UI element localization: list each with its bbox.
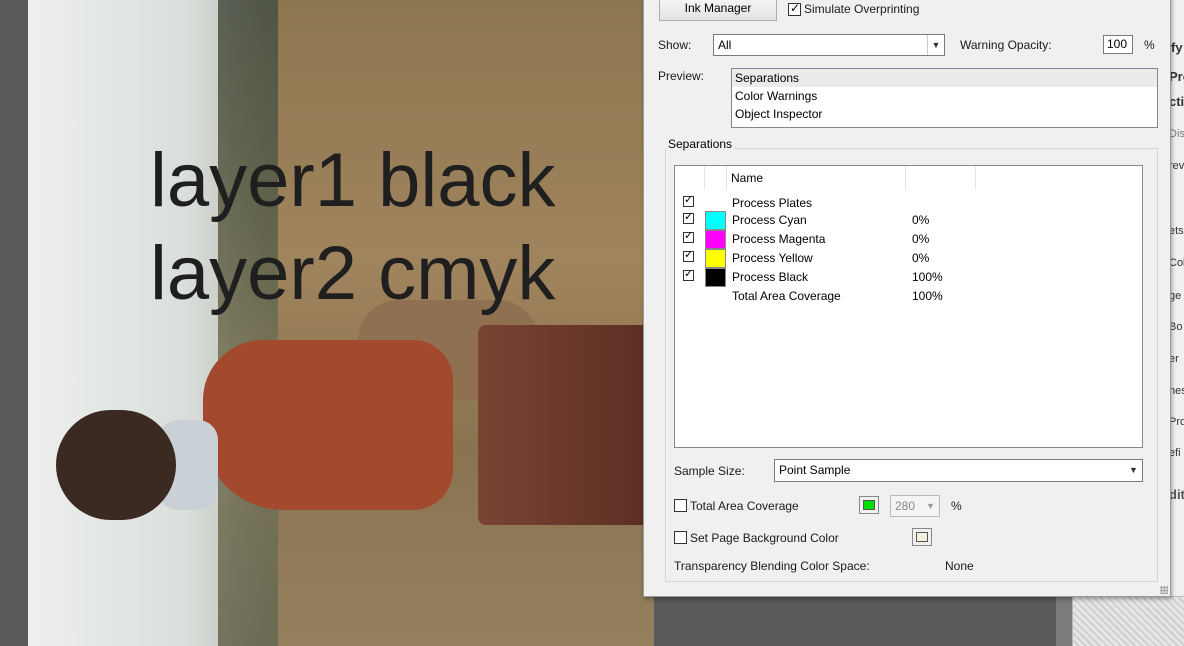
tac-value-combobox[interactable]: 280 ▼: [890, 495, 940, 517]
show-dropdown-value: All: [718, 38, 732, 52]
tool-item-6[interactable]: ets: [1169, 225, 1184, 237]
preview-option-object-inspector[interactable]: Object Inspector: [732, 105, 1157, 123]
tool-item-7[interactable]: Col: [1169, 257, 1184, 269]
tool-item-3[interactable]: cti: [1169, 94, 1184, 109]
separation-value: 0%: [912, 232, 930, 246]
page-bg-color-swatch: [916, 532, 928, 542]
simulate-overprinting-label: Simulate Overprinting: [804, 2, 920, 16]
tac-color-button[interactable]: [859, 496, 879, 514]
separation-checkbox-yellow[interactable]: [683, 248, 694, 262]
warning-opacity-unit: %: [1144, 38, 1155, 52]
separations-table[interactable]: Name Process Plates Process Cyan 0% Proc…: [674, 165, 1143, 448]
acrobat-workspace: layer1 black layer2 cmyk fy Pro cti Dist…: [0, 0, 1184, 646]
page-bg-color-button[interactable]: [912, 528, 932, 546]
table-row[interactable]: Process Yellow 0%: [675, 248, 1142, 268]
chevron-down-icon: ▼: [1129, 465, 1138, 475]
tool-item-2[interactable]: Pro: [1169, 69, 1184, 84]
table-header-check: [675, 166, 705, 190]
tac-unit: %: [951, 499, 962, 513]
photo-figure-head: [56, 410, 176, 520]
canvas-background-left: [0, 0, 28, 646]
tool-item-4[interactable]: Dist: [1169, 128, 1184, 140]
table-row[interactable]: Process Magenta 0%: [675, 229, 1142, 249]
preview-listbox[interactable]: Separations Color Warnings Object Inspec…: [731, 68, 1158, 128]
transparency-blending-label: Transparency Blending Color Space:: [674, 559, 870, 573]
tool-item-5[interactable]: rev: [1169, 160, 1184, 172]
panel-pattern-area: [1073, 596, 1184, 646]
separation-name: Process Black: [732, 270, 809, 284]
table-header-swatch: [705, 166, 727, 190]
photo-figure-jacket: [203, 340, 453, 510]
show-label: Show:: [658, 38, 692, 52]
warning-opacity-input[interactable]: 100: [1103, 35, 1133, 54]
separation-value: 0%: [912, 213, 930, 227]
table-row[interactable]: Total Area Coverage 100%: [675, 287, 1142, 306]
separation-checkbox-magenta[interactable]: [683, 229, 694, 243]
cyan-swatch: [705, 211, 726, 230]
show-dropdown[interactable]: All ▼: [713, 34, 945, 56]
set-page-bg-label: Set Page Background Color: [690, 531, 839, 545]
tool-item-11[interactable]: nes: [1169, 385, 1184, 397]
preview-option-color-warnings[interactable]: Color Warnings: [732, 87, 1157, 105]
separation-name: Process Plates: [732, 196, 813, 210]
separation-name: Total Area Coverage: [732, 289, 841, 303]
simulate-overprinting-checkbox[interactable]: [788, 1, 801, 16]
separation-checkbox-cyan[interactable]: [683, 210, 694, 224]
tool-item-14[interactable]: dit: [1169, 487, 1184, 502]
separation-checkbox-black[interactable]: [683, 267, 694, 281]
warning-opacity-label: Warning Opacity:: [960, 38, 1052, 52]
document-page[interactable]: layer1 black layer2 cmyk: [28, 0, 654, 646]
sample-size-dropdown[interactable]: Point Sample ▼: [774, 459, 1143, 482]
chevron-down-icon: ▼: [926, 501, 935, 511]
separation-name: Process Cyan: [732, 213, 807, 227]
separation-value: 0%: [912, 251, 930, 265]
table-header-value[interactable]: [906, 166, 976, 190]
tool-item-1[interactable]: fy: [1171, 40, 1183, 55]
output-preview-dialog: Ink Manager Simulate Overprinting Show: …: [643, 0, 1171, 597]
sample-size-label: Sample Size:: [674, 464, 745, 478]
set-page-bg-checkbox[interactable]: [674, 531, 687, 544]
preview-option-separations[interactable]: Separations: [732, 69, 1157, 87]
magenta-swatch: [705, 230, 726, 249]
black-swatch: [705, 268, 726, 287]
separation-name: Process Magenta: [732, 232, 826, 246]
preview-label: Preview:: [658, 69, 705, 83]
overlay-text-line1: layer1 black: [150, 138, 556, 223]
sample-size-value: Point Sample: [779, 463, 851, 477]
photo-sky: [28, 0, 228, 646]
tac-value: 280: [895, 499, 916, 513]
transparency-blending-value: None: [945, 559, 974, 573]
separation-value: 100%: [912, 270, 943, 284]
chevron-down-icon: ▼: [927, 35, 944, 55]
separation-checkbox-plates[interactable]: [683, 193, 694, 207]
separation-name: Process Yellow: [732, 251, 813, 265]
separations-group-title: Separations: [666, 137, 735, 151]
photo-suitcase: [478, 325, 654, 525]
total-area-coverage-label: Total Area Coverage: [690, 499, 799, 513]
yellow-swatch: [705, 249, 726, 268]
separation-value: 100%: [912, 289, 943, 303]
table-row[interactable]: Process Black 100%: [675, 267, 1142, 287]
total-area-coverage-checkbox[interactable]: [674, 499, 687, 512]
overlay-text-line2: layer2 cmyk: [150, 231, 556, 316]
tool-item-9[interactable]: Bo: [1169, 321, 1182, 333]
ink-manager-button[interactable]: Ink Manager: [659, 0, 777, 21]
tac-color-swatch: [863, 500, 875, 510]
table-header-name[interactable]: Name: [727, 166, 906, 190]
table-row[interactable]: Process Cyan 0%: [675, 210, 1142, 230]
resize-grip-icon[interactable]: [1160, 586, 1168, 594]
tool-item-12[interactable]: Pro: [1169, 416, 1184, 428]
